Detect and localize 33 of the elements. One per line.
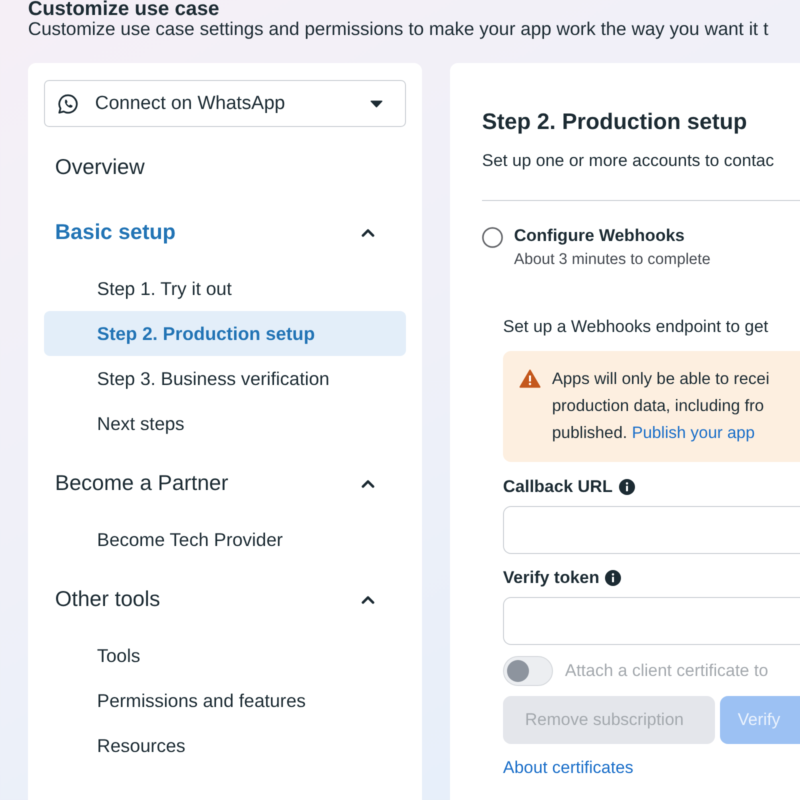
sidebar-item[interactable]: Next steps [44,401,406,446]
use-case-dropdown[interactable]: Connect on WhatsApp [44,80,406,127]
about-certificates-link[interactable]: About certificates [503,757,634,779]
sidebar-item[interactable]: Step 1. Try it out [44,266,406,311]
section-title: Step 2. Production setup [482,108,748,136]
field-label: Callback URL [503,476,613,498]
text-input-field[interactable] [503,506,800,554]
publish-app-link[interactable]: Publish your app [632,424,755,442]
warning-text: Apps will only be able to recei production data, including fro published. Publish your app [552,369,770,444]
page-title: Customize use case [28,0,220,18]
sidebar-section-header[interactable]: Become a Partner [44,455,406,511]
sidebar-item[interactable]: Resources [44,723,406,768]
sidebar-item[interactable]: Overview [44,139,406,195]
sidebar-section-header[interactable]: Other tools [44,571,406,627]
phone-bubble-icon [57,92,79,114]
toggle-label: Attach a client certificate to [565,660,768,682]
sidebar-section-header[interactable]: Basic setup [44,204,406,260]
sidebar-item[interactable]: Step 3. Business verification [44,356,406,401]
task-duration: About 3 minutes to complete [514,250,710,270]
sidebar-item[interactable]: Permissions and features [44,678,406,723]
section-description: Set up one or more accounts to contac [482,150,774,172]
text-input-field[interactable] [503,597,800,645]
info-icon[interactable] [618,479,635,495]
sidebar-item[interactable]: Become Tech Provider [44,517,406,562]
info-icon[interactable] [605,570,622,586]
sidebar-item[interactable]: Step 2. Production setup [44,311,406,356]
warning-icon [519,369,541,388]
sidebar-item[interactable]: Tools [44,633,406,678]
field-label: Verify token [503,567,600,589]
task-title: Configure Webhooks [514,225,685,247]
page-subtitle: Customize use case settings and permissions to make your app work the way you want it t [28,18,768,40]
caret-down-icon [370,100,383,108]
webhooks-intro-text: Set up a Webhooks endpoint to get [503,316,768,338]
